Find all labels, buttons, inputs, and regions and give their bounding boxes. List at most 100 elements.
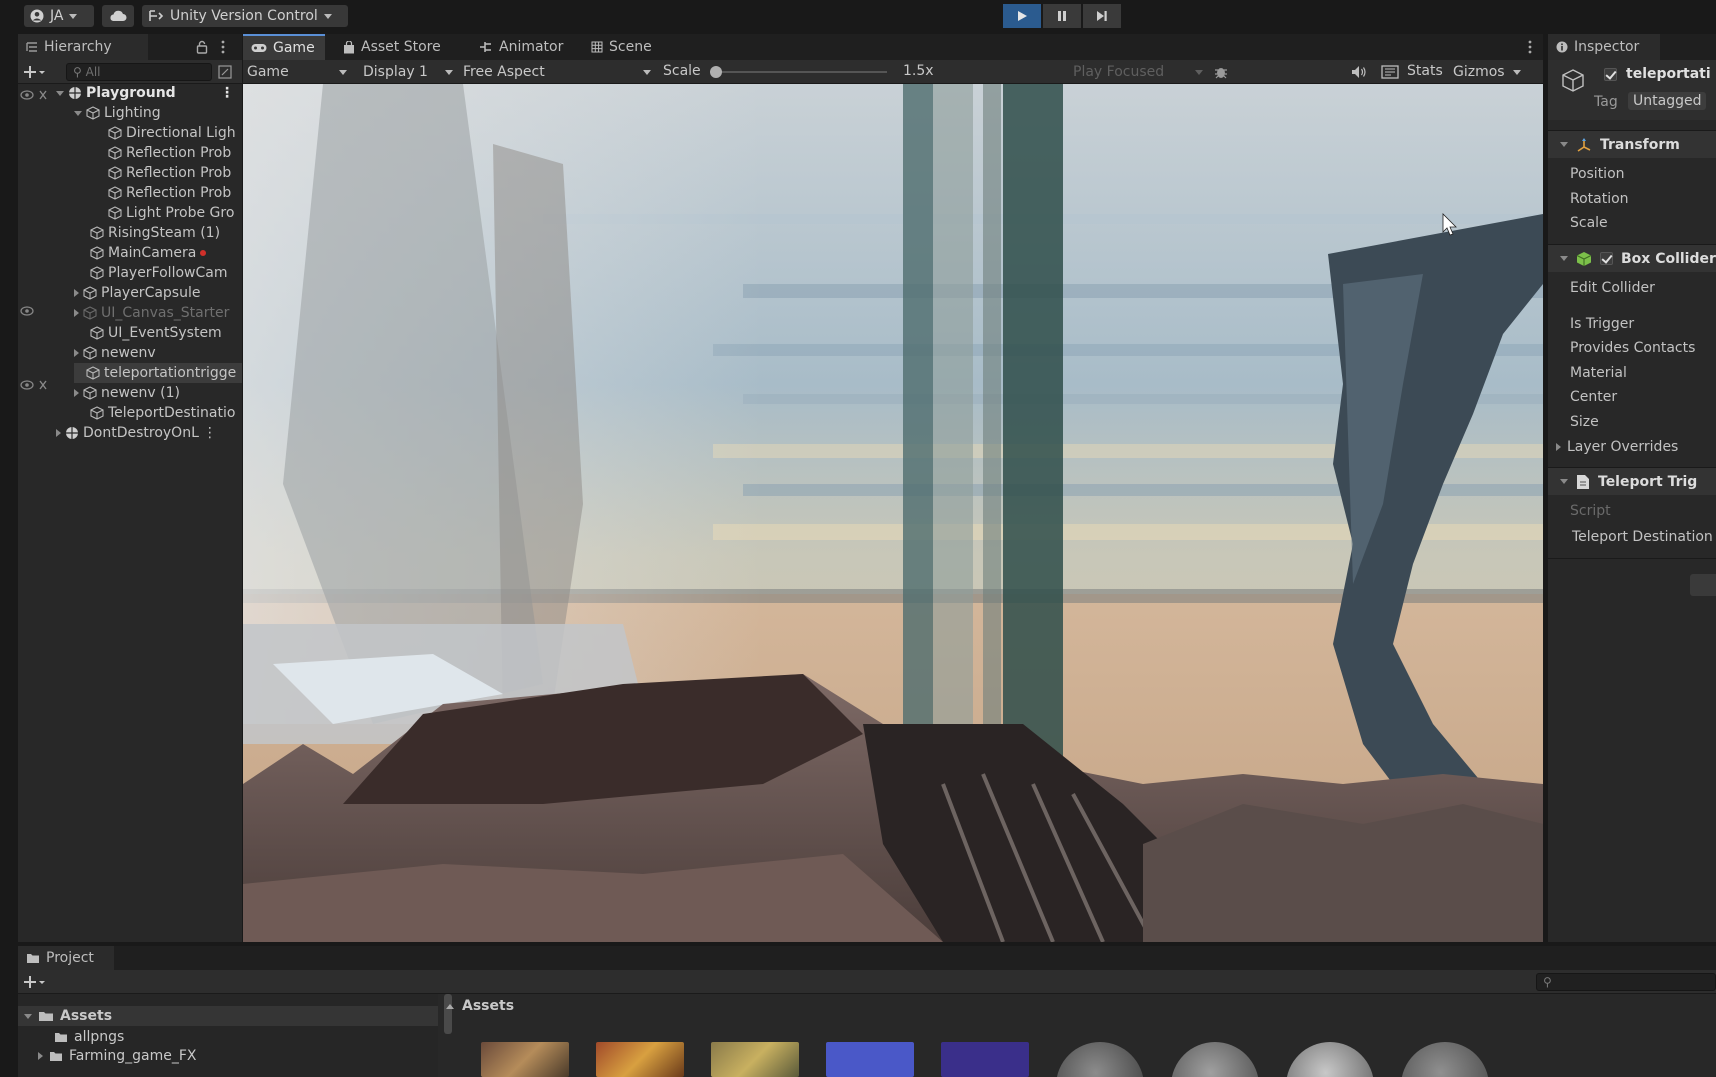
- material-thumbnail[interactable]: [1171, 1042, 1259, 1077]
- expand-arrow-icon: [1560, 256, 1568, 261]
- more-options-icon[interactable]: ⋮: [220, 85, 234, 101]
- transform-component-header[interactable]: Transform: [1548, 130, 1716, 158]
- component-enabled-checkbox[interactable]: [1600, 252, 1613, 265]
- asset-thumbnail[interactable]: [941, 1042, 1029, 1077]
- add-icon[interactable]: [24, 975, 46, 989]
- scale-slider-track[interactable]: [710, 66, 887, 78]
- folder-item-allpngs[interactable]: allpngs: [54, 1028, 124, 1046]
- breadcrumb-assets[interactable]: Assets: [462, 998, 514, 1014]
- hierarchy-item-ui-eventsystem[interactable]: UI_EventSystem: [90, 323, 242, 343]
- layer-overrides-foldout[interactable]: Layer Overrides: [1556, 439, 1678, 455]
- hierarchy-item-reflection-probe[interactable]: Reflection Prob: [108, 183, 242, 203]
- rotation-label: Rotation: [1570, 191, 1629, 207]
- tab-project[interactable]: Project: [18, 946, 114, 970]
- box-collider-component-header[interactable]: Box Collider: [1548, 244, 1716, 272]
- asset-thumbnail[interactable]: [481, 1042, 569, 1077]
- cloud-icon: [110, 10, 127, 21]
- asset-thumbnail[interactable]: [826, 1042, 914, 1077]
- hierarchy-item-ui-canvas[interactable]: UI_Canvas_Starter: [74, 303, 242, 323]
- teleport-trigger-component-header[interactable]: Teleport Trig: [1548, 467, 1716, 495]
- account-dropdown[interactable]: JA: [24, 5, 94, 27]
- tag-dropdown[interactable]: Untagged: [1628, 92, 1707, 110]
- material-label: Material: [1570, 365, 1627, 381]
- pause-button[interactable]: [1043, 4, 1081, 28]
- hierarchy-item-newenv-1[interactable]: newenv (1): [74, 383, 242, 403]
- game-viewport[interactable]: [243, 84, 1543, 942]
- version-control-dropdown[interactable]: Unity Version Control: [142, 5, 348, 27]
- folder-item-assets[interactable]: Assets: [18, 1006, 438, 1026]
- collapse-arrow-icon: [74, 349, 79, 357]
- asset-thumbnail[interactable]: [711, 1042, 799, 1077]
- hierarchy-item-directional-light[interactable]: Directional Ligh: [108, 123, 242, 143]
- hierarchy-item-lighting[interactable]: Lighting: [74, 103, 242, 123]
- folder-icon: [27, 954, 39, 963]
- scale-slider-thumb[interactable]: [710, 66, 722, 78]
- project-search-input[interactable]: ⚲: [1536, 973, 1716, 991]
- step-button[interactable]: [1083, 4, 1121, 28]
- visibility-toggle-icon[interactable]: [20, 89, 54, 101]
- cloud-button[interactable]: [102, 5, 134, 27]
- collapse-arrow-icon: [74, 289, 79, 297]
- hierarchy-item-dont-destroy-on-load[interactable]: DontDestroyOnL ⋮: [56, 423, 242, 443]
- hierarchy-item-rising-steam[interactable]: RisingSteam (1): [90, 223, 242, 243]
- aspect-dropdown[interactable]: Free Aspect: [463, 62, 651, 82]
- hierarchy-item-player-follow-camera[interactable]: PlayerFollowCam: [90, 263, 242, 283]
- hierarchy-item-label: UI_Canvas_Starter: [101, 305, 230, 321]
- gameobject-icon: [90, 246, 104, 260]
- edit-collider-label[interactable]: Edit Collider: [1570, 280, 1655, 296]
- add-icon[interactable]: [24, 65, 46, 79]
- stats-button[interactable]: Stats: [1407, 63, 1443, 79]
- more-options-icon[interactable]: [220, 40, 226, 54]
- object-name-field[interactable]: teleportati: [1626, 66, 1711, 82]
- search-icon: ⚲: [73, 65, 82, 79]
- tab-inspector[interactable]: Inspector: [1548, 34, 1660, 60]
- gamepad-icon: [251, 44, 267, 52]
- tab-asset-store[interactable]: Asset Store: [335, 34, 449, 60]
- hierarchy-item-light-probe-group[interactable]: Light Probe Gro: [108, 203, 242, 223]
- hierarchy-icon: [26, 42, 37, 52]
- more-options-icon[interactable]: ⋮: [203, 425, 217, 441]
- speaker-icon[interactable]: [1351, 65, 1367, 79]
- visibility-toggle-icon[interactable]: [20, 379, 54, 391]
- more-options-icon[interactable]: [1527, 40, 1533, 54]
- material-thumbnail[interactable]: [1056, 1042, 1144, 1077]
- material-thumbnail[interactable]: [1401, 1042, 1489, 1077]
- game-mode-dropdown[interactable]: Game: [247, 62, 351, 82]
- add-component-button[interactable]: [1690, 574, 1716, 596]
- tab-scene[interactable]: Scene: [583, 34, 660, 60]
- gizmos-dropdown[interactable]: Gizmos: [1453, 62, 1521, 82]
- scale-label: Scale: [1570, 215, 1608, 231]
- provides-contacts-label: Provides Contacts: [1570, 340, 1696, 356]
- hierarchy-item-main-camera[interactable]: MainCamera: [90, 243, 242, 263]
- tab-animator[interactable]: Animator: [471, 34, 571, 60]
- hierarchy-item-label: Reflection Prob: [126, 145, 232, 161]
- asset-thumbnail[interactable]: [596, 1042, 684, 1077]
- hierarchy-search-input[interactable]: ⚲ All: [66, 63, 212, 81]
- visibility-toggle-icon[interactable]: [20, 305, 34, 317]
- folder-item-farming-game-fx[interactable]: Farming_game_FX: [38, 1047, 197, 1065]
- hierarchy-item-label: PlayerCapsule: [101, 285, 201, 301]
- bug-icon[interactable]: [1213, 64, 1229, 80]
- active-checkbox[interactable]: [1604, 68, 1617, 81]
- hierarchy-item-reflection-probe[interactable]: Reflection Prob: [108, 143, 242, 163]
- hierarchy-item-teleportation-trigger[interactable]: teleportationtrigge: [74, 363, 242, 383]
- hierarchy-item-reflection-probe[interactable]: Reflection Prob: [108, 163, 242, 183]
- hierarchy-item-player-capsule[interactable]: PlayerCapsule: [74, 283, 242, 303]
- filter-icon[interactable]: [218, 65, 232, 79]
- material-thumbnail[interactable]: [1286, 1042, 1374, 1077]
- play-focused-dropdown[interactable]: Play Focused: [1073, 62, 1203, 82]
- hierarchy-item-teleport-destination[interactable]: TeleportDestinatio: [90, 403, 242, 423]
- play-button[interactable]: [1003, 4, 1041, 28]
- info-icon: [1556, 41, 1568, 53]
- tab-game[interactable]: Game: [243, 34, 325, 60]
- hierarchy-item-newenv[interactable]: newenv: [74, 343, 242, 363]
- display-dropdown[interactable]: Display 1: [363, 62, 453, 82]
- prefab-icon: [83, 306, 97, 320]
- expand-arrow-icon: [1560, 479, 1568, 484]
- hierarchy-item-playground[interactable]: Playground ⋮: [56, 83, 242, 103]
- display-stats-icon[interactable]: [1381, 65, 1399, 79]
- lock-icon[interactable]: [196, 40, 208, 54]
- project-tabbar: Project: [18, 946, 1716, 970]
- gameobject-icon: [108, 206, 122, 220]
- tab-hierarchy[interactable]: Hierarchy: [18, 34, 148, 60]
